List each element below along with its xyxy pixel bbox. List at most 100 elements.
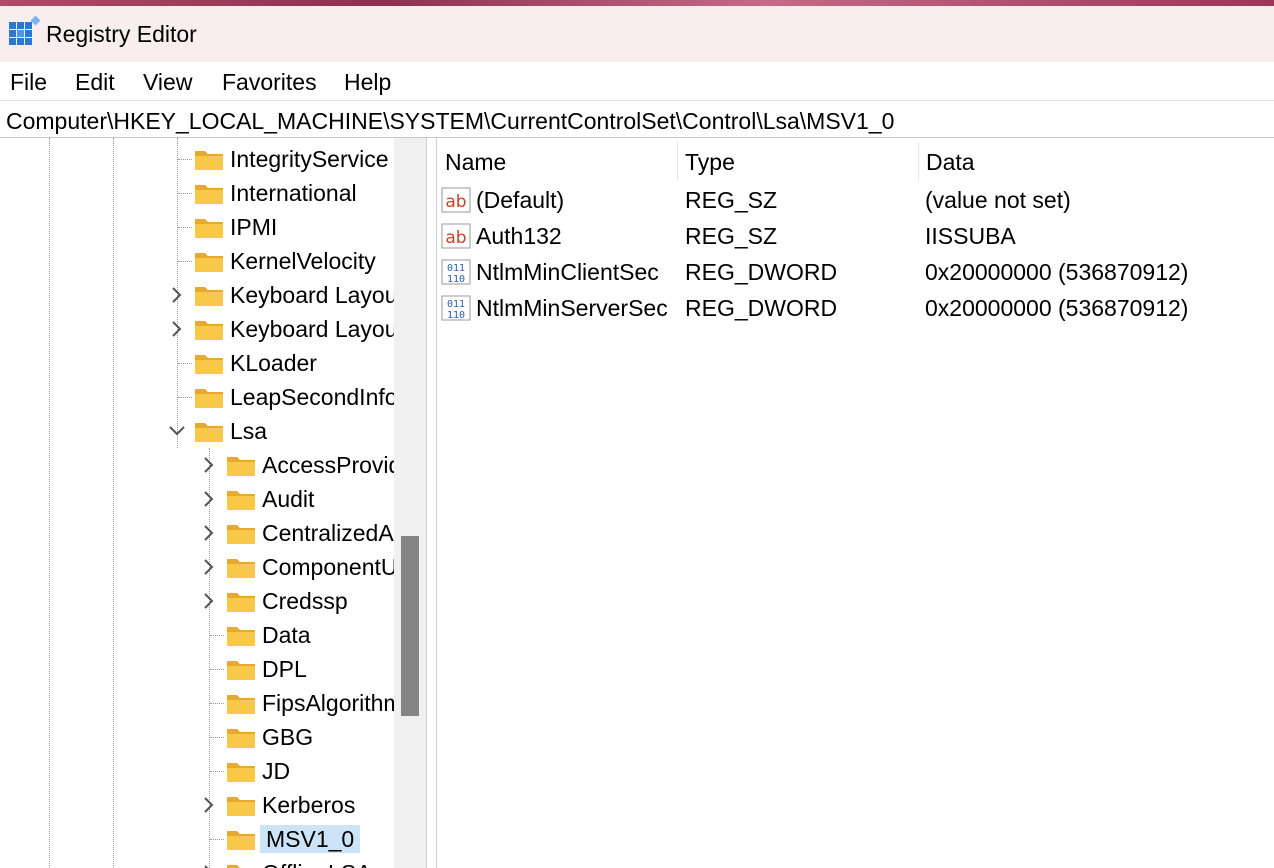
folder-icon — [195, 355, 223, 374]
value-name: (Default) — [476, 187, 565, 213]
value-data: IISSUBA — [925, 223, 1016, 249]
menu-file[interactable]: File — [10, 68, 47, 96]
tree-item[interactable]: Keyboard Layout — [0, 278, 394, 312]
folder-icon — [227, 525, 255, 544]
address-path[interactable]: Computer\HKEY_LOCAL_MACHINE\SYSTEM\Curre… — [6, 107, 894, 135]
folder-icon — [195, 423, 223, 442]
tree-item-label: Lsa — [230, 418, 268, 444]
tree-item[interactable]: Lsa — [0, 414, 394, 448]
column-header-type-label: Type — [685, 149, 735, 175]
tree-item[interactable]: IntegrityService — [0, 142, 394, 176]
column-header-name[interactable]: Name — [437, 138, 677, 182]
tree-item-label: MSV1_0 — [260, 825, 361, 853]
chevron-right-icon[interactable] — [200, 455, 218, 475]
tree-item[interactable]: IPMI — [0, 210, 394, 244]
value-row[interactable]: 011 110 NtlmMinServerSec REG_DWORD 0x2000000… — [437, 290, 1274, 326]
folder-icon — [227, 729, 255, 748]
tree-scrollbar[interactable] — [394, 138, 426, 868]
window-title: Registry Editor — [46, 21, 197, 47]
menu-edit[interactable]: Edit — [75, 68, 115, 96]
tree-scrollbar-thumb[interactable] — [401, 536, 419, 716]
value-name: NtlmMinServerSec — [476, 295, 668, 321]
tree-item[interactable]: MSV1_0 — [0, 822, 394, 856]
tree-item-label: JD — [262, 758, 291, 784]
tree-item[interactable]: DPL — [0, 652, 394, 686]
menu-bar: File Edit View Favorites Help — [0, 62, 1274, 100]
tree-item-label: OfflineLSA — [262, 859, 372, 868]
value-type: REG_SZ — [685, 187, 778, 213]
tree-item[interactable]: LeapSecondInformation — [0, 380, 394, 414]
tree-connector — [210, 839, 224, 840]
folder-icon — [227, 457, 255, 476]
chevron-right-icon[interactable] — [200, 489, 218, 509]
value-data: 0x20000000 (536870912) — [925, 295, 1189, 321]
chevron-right-icon[interactable] — [200, 863, 218, 868]
svg-text:110: 110 — [447, 274, 465, 285]
title-bar: Registry Editor — [0, 0, 1274, 62]
values-list[interactable]: Name Type Data ab (Default) REG_SZ (value n… — [437, 138, 1274, 868]
tree-connector — [210, 635, 224, 636]
tree-item[interactable]: ComponentUpdates — [0, 550, 394, 584]
folder-icon — [195, 321, 223, 340]
string-value-icon: ab — [441, 223, 471, 249]
tree-item[interactable]: KLoader — [0, 346, 394, 380]
tree-connector — [178, 159, 192, 160]
address-bar[interactable]: Computer\HKEY_LOCAL_MACHINE\SYSTEM\Curre… — [0, 100, 1274, 138]
tree-item[interactable]: Data — [0, 618, 394, 652]
value-type: REG_SZ — [685, 223, 778, 249]
value-row[interactable]: ab (Default) REG_SZ (value not set) — [437, 182, 1274, 218]
menu-help[interactable]: Help — [344, 68, 391, 96]
chevron-right-icon[interactable] — [200, 795, 218, 815]
binary-value-icon: 011110 — [441, 259, 471, 285]
chevron-right-icon[interactable] — [200, 523, 218, 543]
svg-text:110: 110 — [447, 310, 465, 321]
value-type: REG_DWORD — [685, 295, 838, 321]
folder-icon — [195, 389, 223, 408]
value-name: NtlmMinClientSec — [476, 259, 659, 285]
column-header-name-label: Name — [445, 149, 507, 175]
column-header-data[interactable]: Data — [918, 138, 1274, 182]
menu-view[interactable]: View — [143, 68, 192, 96]
chevron-right-icon[interactable] — [200, 557, 218, 577]
folder-icon — [227, 695, 255, 714]
menu-favorites[interactable]: Favorites — [222, 68, 317, 96]
column-header-type[interactable]: Type — [677, 138, 917, 182]
tree-item[interactable]: OfflineLSA — [0, 856, 394, 868]
tree-connector — [210, 771, 224, 772]
tree-item[interactable]: KernelVelocity — [0, 244, 394, 278]
tree-connector — [178, 397, 192, 398]
tree-item-label: GBG — [262, 724, 314, 750]
tree-connector — [178, 227, 192, 228]
value-type: REG_DWORD — [685, 259, 838, 285]
tree-item[interactable]: CentralizedAccessPolicies — [0, 516, 394, 550]
chevron-right-icon[interactable] — [168, 285, 186, 305]
tree-connector — [210, 669, 224, 670]
column-header-data-label: Data — [926, 149, 975, 175]
tree-item[interactable]: FipsAlgorithmPolicy — [0, 686, 394, 720]
value-row[interactable]: 011 110 NtlmMinClientSec REG_DWORD 0x2000000… — [437, 254, 1274, 290]
tree-item[interactable]: GBG — [0, 720, 394, 754]
value-data: 0x20000000 (536870912) — [925, 259, 1189, 285]
folder-icon — [195, 287, 223, 306]
tree-item[interactable]: Keyboard Layouts — [0, 312, 394, 346]
folder-icon — [195, 185, 223, 204]
key-tree[interactable]: IntegrityService International IPMI KernelV… — [0, 138, 394, 868]
chevron-down-icon[interactable] — [168, 421, 186, 441]
tree-item[interactable]: AccessProviders — [0, 448, 394, 482]
tree-item[interactable]: Credssp — [0, 584, 394, 618]
tree-connector — [210, 737, 224, 738]
tree-item-label: KernelVelocity — [230, 248, 376, 274]
folder-icon — [227, 763, 255, 782]
tree-item[interactable]: Audit — [0, 482, 394, 516]
chevron-right-icon[interactable] — [168, 319, 186, 339]
value-data: (value not set) — [925, 187, 1071, 213]
tree-item-label: ComponentUpdates — [262, 554, 394, 580]
tree-item-label: Keyboard Layout — [230, 282, 394, 308]
value-row[interactable]: ab Auth132 REG_SZ IISSUBA — [437, 218, 1274, 254]
tree-item[interactable]: Kerberos — [0, 788, 394, 822]
chevron-right-icon[interactable] — [200, 591, 218, 611]
tree-item-label: IntegrityService — [230, 146, 389, 172]
tree-item[interactable]: JD — [0, 754, 394, 788]
pane-splitter[interactable] — [426, 138, 437, 868]
tree-item[interactable]: International — [0, 176, 394, 210]
